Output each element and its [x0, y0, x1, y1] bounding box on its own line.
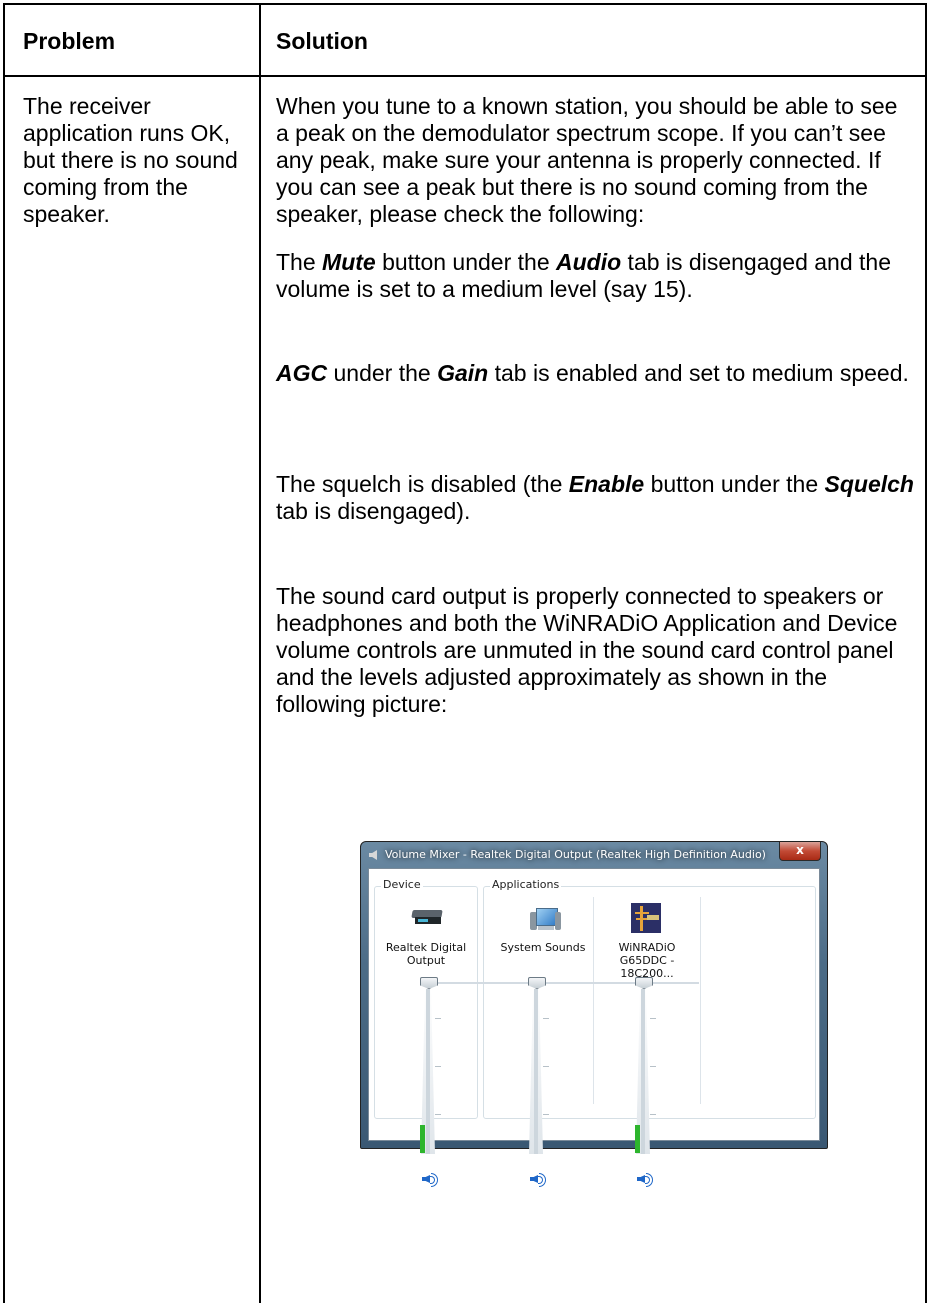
text-run: tab is disengaged). [276, 498, 471, 524]
header-problem: Problem [23, 28, 116, 54]
slider-groove [641, 989, 645, 1154]
channel-name-line1: WiNRADiO [618, 941, 676, 954]
channel-separator [700, 897, 701, 1104]
solution-paragraph-3: AGC under the Gain tab is enabled and se… [276, 360, 916, 387]
winradio-icon [631, 903, 661, 933]
audio-term: Audio [556, 249, 622, 275]
slider-tick [435, 1066, 441, 1067]
text-run: tab is enabled and set to medium speed. [488, 360, 909, 386]
mute-toggle-icon[interactable] [530, 1172, 546, 1187]
slider-tick [650, 1114, 656, 1115]
channel-label-system-sounds: System Sounds [488, 941, 598, 954]
speaker-device-icon [411, 910, 443, 924]
channel-label-realtek: Realtek Digital Output [371, 941, 481, 967]
slider-link-line [433, 982, 699, 984]
solution-paragraph-4: The squelch is disabled (the Enable butt… [276, 471, 916, 525]
mute-term: Mute [322, 249, 376, 275]
column-divider [259, 3, 261, 1303]
agc-term: AGC [276, 360, 328, 386]
text-run: button under the [644, 471, 825, 497]
text-run: button under the [375, 249, 557, 275]
slider-tick [650, 1018, 656, 1019]
channel-separator [593, 897, 594, 1104]
mute-toggle-icon[interactable] [422, 1172, 438, 1187]
header-solution: Solution [276, 28, 368, 54]
device-group-label: Device [381, 878, 423, 891]
channel-name-line1: System Sounds [500, 941, 586, 954]
mute-toggle-icon[interactable] [637, 1172, 653, 1187]
channel-label-winradio: WiNRADiO G65DDC - 18C200... [592, 941, 702, 980]
channel-name-line2: G65DDC - 18C200... [619, 954, 675, 980]
applications-group-label: Applications [490, 878, 562, 891]
text-run: The squelch is disabled (the [276, 471, 569, 497]
solution-paragraph-5: The sound card output is properly connec… [276, 583, 898, 717]
system-sounds-icon [528, 906, 561, 934]
squelch-term: Squelch [824, 471, 914, 497]
close-button[interactable]: x [779, 842, 821, 861]
volume-mixer-titlebar: Volume Mixer - Realtek Digital Output (R… [361, 842, 827, 868]
slider-groove [426, 989, 430, 1154]
speaker-icon [369, 850, 377, 860]
slider-tick [435, 1114, 441, 1115]
text-run: under the [327, 360, 438, 386]
volume-mixer-window: Volume Mixer - Realtek Digital Output (R… [360, 841, 828, 1187]
slider-tick [543, 1114, 549, 1115]
header-divider [3, 75, 927, 77]
slider-tick [543, 1066, 549, 1067]
problem-text: The receiver application runs OK, but th… [23, 93, 238, 227]
table-right-border [925, 3, 927, 1303]
peak-meter [635, 1125, 640, 1153]
solution-paragraph-2: The Mute button under the Audio tab is d… [276, 249, 916, 303]
window-title: Volume Mixer - Realtek Digital Output (R… [385, 848, 766, 861]
enable-term: Enable [568, 471, 645, 497]
channel-name-line1: Realtek Digital [385, 941, 467, 954]
slider-groove [534, 989, 538, 1154]
volume-mixer-client: Device Applications Realtek Digital Outp… [368, 868, 820, 1187]
slider-tick [543, 1018, 549, 1019]
channel-name-line2: Output [406, 954, 446, 967]
peak-meter [420, 1125, 425, 1153]
table-top-border [3, 3, 927, 5]
gain-term: Gain [437, 360, 489, 386]
table-left-border [3, 3, 5, 1303]
solution-cell: When you tune to a known station, you sh… [276, 93, 916, 228]
slider-tick [650, 1066, 656, 1067]
slider-tick [435, 1018, 441, 1019]
text-run: The [276, 249, 323, 275]
solution-paragraph-1: When you tune to a known station, you sh… [276, 93, 898, 227]
